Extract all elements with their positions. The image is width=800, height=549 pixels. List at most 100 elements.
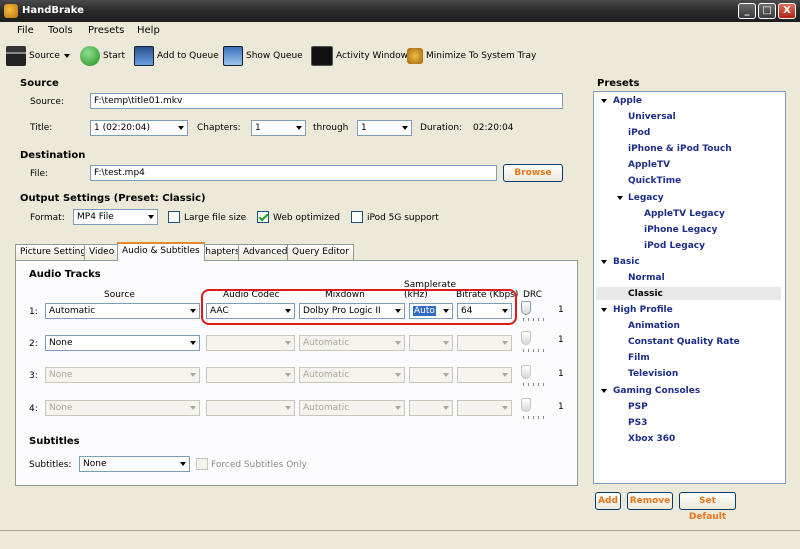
preset-group-apple[interactable]: Apple (613, 96, 642, 106)
subtitles-select[interactable]: None (79, 456, 190, 472)
preset-classic[interactable]: Classic (628, 289, 663, 299)
tab-audio-subtitles[interactable]: Audio & Subtitles (117, 242, 205, 261)
preset-group-basic[interactable]: Basic (613, 257, 640, 267)
track-2-codec-select[interactable] (206, 335, 295, 351)
preset-appletv[interactable]: AppleTV (628, 160, 670, 170)
minimize-window-button[interactable]: _ (738, 3, 756, 19)
preset-ps3[interactable]: PS3 (628, 418, 647, 428)
menu-help[interactable]: Help (137, 25, 160, 36)
chevron-down-icon (190, 406, 196, 410)
file-path-field[interactable]: F:\test.mp4 (90, 165, 497, 181)
expand-icon[interactable] (617, 196, 623, 200)
window-title: HandBrake (22, 5, 84, 16)
track-2-samplerate-select[interactable] (409, 335, 453, 351)
tab-video[interactable]: Video (84, 244, 120, 260)
preset-ipod[interactable]: iPod (628, 128, 650, 138)
track-3-bitrate-select[interactable] (457, 367, 512, 383)
track-number: 1: (29, 307, 38, 317)
chevron-down-icon (395, 341, 401, 345)
track-3-samplerate-select[interactable] (409, 367, 453, 383)
format-select[interactable]: MP4 File (73, 209, 158, 225)
preset-psp[interactable]: PSP (628, 402, 648, 412)
preset-constant-quality-rate[interactable]: Constant Quality Rate (628, 337, 740, 347)
format-label: Format: (30, 213, 65, 223)
expand-icon[interactable] (601, 308, 607, 312)
preset-television[interactable]: Television (628, 369, 678, 379)
source-path-field[interactable]: F:\temp\title01.mkv (90, 93, 563, 109)
ipod-5g-support-checkbox[interactable] (351, 211, 363, 223)
menu-file[interactable]: File (17, 25, 34, 36)
track-3-codec-select[interactable] (206, 367, 295, 383)
chapters-to-select[interactable]: 1 (357, 120, 412, 136)
track-1-drc-slider[interactable] (521, 301, 531, 315)
track-1-drc-value: 1 (558, 305, 564, 315)
track-2-drc-slider[interactable] (521, 331, 531, 345)
preset-appletv-legacy[interactable]: AppleTV Legacy (644, 209, 725, 219)
preset-normal[interactable]: Normal (628, 273, 665, 283)
chevron-down-icon (178, 126, 184, 130)
expand-icon[interactable] (601, 99, 607, 103)
remove-preset-button[interactable]: Remove (627, 492, 673, 510)
preset-group-gaming-consoles[interactable]: Gaming Consoles (613, 386, 700, 396)
track-3-drc-slider[interactable] (521, 365, 531, 379)
add-to-queue-button[interactable]: Add to Queue (134, 45, 219, 67)
track-4-codec-select[interactable] (206, 400, 295, 416)
preset-group-high-profile[interactable]: High Profile (613, 305, 673, 315)
track-3-source-select[interactable]: None (45, 367, 200, 383)
track-2-mixdown-select[interactable]: Automatic (299, 335, 405, 351)
source-button[interactable]: Source (6, 45, 70, 67)
preset-xbox-360[interactable]: Xbox 360 (628, 434, 675, 444)
source-heading: Source (20, 78, 59, 89)
play-icon (80, 46, 100, 66)
large-file-size-checkbox[interactable] (168, 211, 180, 223)
expand-icon[interactable] (601, 260, 607, 264)
preset-film[interactable]: Film (628, 353, 650, 363)
chevron-down-icon (502, 341, 508, 345)
ipod-5g-support-label: iPod 5G support (367, 213, 439, 223)
activity-window-button[interactable]: Activity Window (311, 45, 408, 67)
subtitles-heading: Subtitles (29, 436, 80, 447)
tab-query-editor[interactable]: Query Editor (287, 244, 354, 260)
chevron-down-icon (443, 406, 449, 410)
preset-universal[interactable]: Universal (628, 112, 676, 122)
preset-quicktime[interactable]: QuickTime (628, 176, 681, 186)
menu-presets[interactable]: Presets (88, 25, 124, 36)
expand-icon[interactable] (601, 389, 607, 393)
web-optimized-checkbox[interactable] (257, 211, 269, 223)
preset-iphone-legacy[interactable]: iPhone Legacy (644, 225, 717, 235)
preset-group-legacy[interactable]: Legacy (628, 193, 664, 203)
chapters-from-select[interactable]: 1 (251, 120, 306, 136)
preset-iphone-ipod-touch[interactable]: iPhone & iPod Touch (628, 144, 732, 154)
preset-animation[interactable]: Animation (628, 321, 680, 331)
track-4-mixdown-select[interactable]: Automatic (299, 400, 405, 416)
title-select[interactable]: 1 (02:20:04) (90, 120, 188, 136)
track-4-source-select[interactable]: None (45, 400, 200, 416)
track-4-drc-slider[interactable] (521, 398, 531, 412)
track-2-bitrate-select[interactable] (457, 335, 512, 351)
maximize-window-button[interactable]: □ (758, 3, 776, 19)
drc-ticks (523, 416, 547, 419)
chevron-down-icon (502, 373, 508, 377)
add-preset-button[interactable]: Add (595, 492, 621, 510)
track-4-samplerate-select[interactable] (409, 400, 453, 416)
menu-tools[interactable]: Tools (48, 25, 73, 36)
preset-ipod-legacy[interactable]: iPod Legacy (644, 241, 705, 251)
track-1-source-select[interactable]: Automatic (45, 303, 200, 319)
start-button[interactable]: Start (80, 45, 125, 67)
chevron-down-icon (190, 341, 196, 345)
track-4-drc-value: 1 (558, 402, 564, 412)
browse-button[interactable]: Browse (503, 164, 563, 182)
close-window-button[interactable]: X (778, 3, 796, 19)
track-4-bitrate-select[interactable] (457, 400, 512, 416)
forced-subtitles-checkbox[interactable] (196, 458, 208, 470)
track-3-mixdown-select[interactable]: Automatic (299, 367, 405, 383)
tab-advanced[interactable]: Advanced (238, 244, 293, 260)
set-default-preset-button[interactable]: Set Default (679, 492, 736, 522)
minimize-to-tray-button[interactable]: Minimize To System Tray (407, 45, 536, 67)
toolbar: Source Start Add to Queue Show Queue Act… (0, 40, 800, 72)
show-queue-button[interactable]: Show Queue (223, 45, 303, 67)
tray-icon (407, 48, 423, 64)
track-2-source-select[interactable]: None (45, 335, 200, 351)
forced-subtitles-label: Forced Subtitles Only (211, 460, 307, 470)
chevron-down-icon (502, 406, 508, 410)
